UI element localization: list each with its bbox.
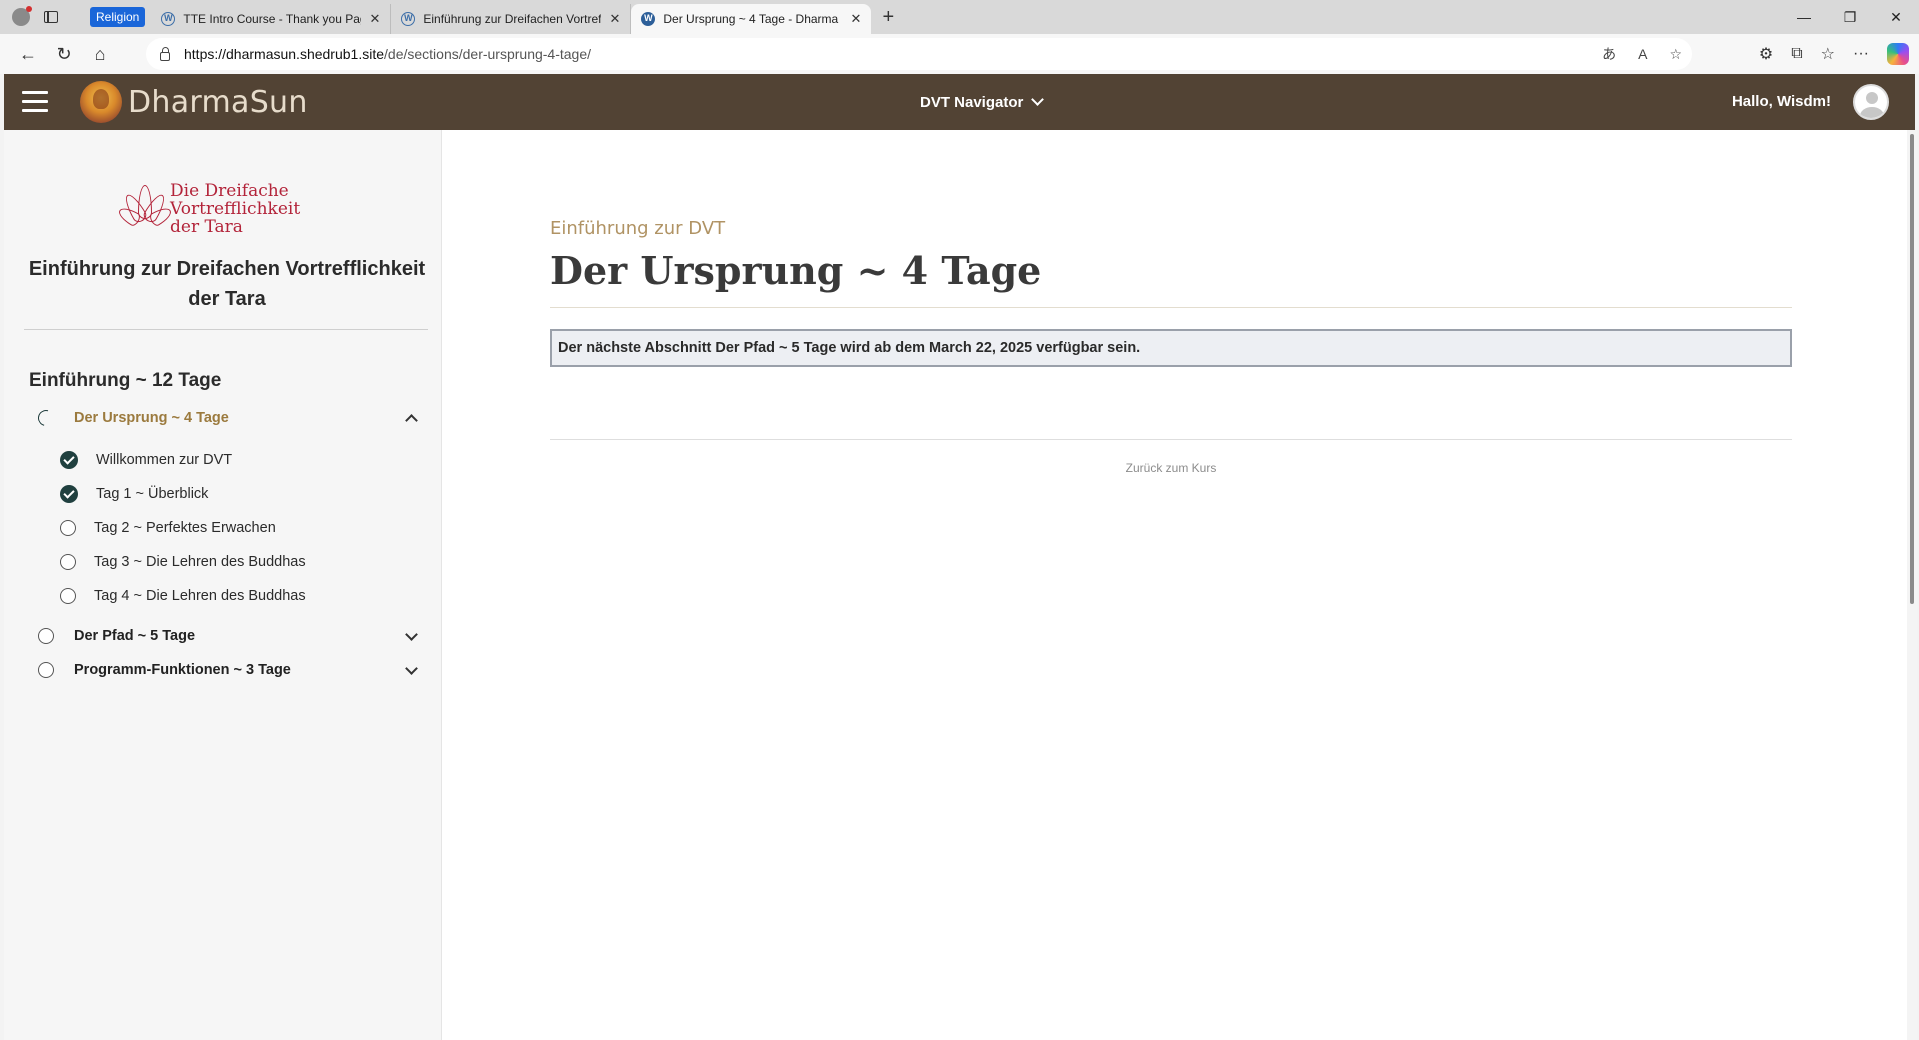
section-label: Der Pfad ~ 5 Tage bbox=[74, 628, 196, 644]
lotus-icon bbox=[115, 179, 175, 239]
lesson-item[interactable]: Tag 2 ~ Perfektes Erwachen bbox=[60, 516, 276, 540]
availability-notice: Der nächste Abschnitt Der Pfad ~ 5 Tage … bbox=[550, 329, 1792, 367]
copilot-icon[interactable] bbox=[1887, 43, 1909, 65]
url-host: https://dharmasun.shedrub1.site bbox=[184, 46, 385, 62]
course-logo-line: Vortrefflichkeit bbox=[170, 199, 301, 219]
lesson-label: Tag 1 ~ Überblick bbox=[96, 486, 209, 502]
page-title: Der Ursprung ~ 4 Tage bbox=[550, 248, 1042, 293]
tab-actions-icon[interactable] bbox=[36, 0, 66, 34]
site-logo[interactable]: DharmaSun bbox=[80, 80, 308, 124]
extensions-puzzle-icon[interactable]: ⧉ bbox=[1791, 45, 1802, 63]
lesson-item[interactable]: Willkommen zur DVT bbox=[60, 448, 232, 472]
empty-circle-icon bbox=[38, 662, 54, 678]
page-scrollbar[interactable] bbox=[1907, 130, 1917, 1040]
section-item-der-pfad[interactable]: Der Pfad ~ 5 Tage bbox=[38, 624, 418, 648]
browser-tab[interactable]: W TTE Intro Course - Thank you Pag ✕ bbox=[151, 4, 392, 34]
main-content: Einführung zur DVT Der Ursprung ~ 4 Tage… bbox=[442, 130, 1915, 1040]
minimize-icon[interactable]: — bbox=[1781, 0, 1827, 34]
module-title[interactable]: Einführung ~ 12 Tage bbox=[29, 370, 221, 392]
user-greeting: Hallo, Wisdm! bbox=[1731, 93, 1831, 110]
site-header: DharmaSun DVT Navigator Hallo, Wisdm! bbox=[4, 74, 1915, 130]
chevron-down-icon[interactable] bbox=[405, 628, 418, 641]
restore-icon[interactable]: ❐ bbox=[1827, 0, 1873, 34]
tab-title: Einführung zur Dreifachen Vortref bbox=[423, 12, 602, 26]
tab-title: TTE Intro Course - Thank you Pag bbox=[183, 12, 362, 26]
more-options-icon[interactable]: ··· bbox=[1853, 45, 1869, 63]
back-to-course-link[interactable]: Zurück zum Kurs bbox=[550, 461, 1792, 475]
lock-icon[interactable] bbox=[160, 46, 170, 61]
empty-circle-icon bbox=[38, 628, 54, 644]
section-item-der-ursprung[interactable]: Der Ursprung ~ 4 Tage bbox=[35, 406, 418, 430]
empty-circle-icon bbox=[60, 554, 76, 570]
course-logo-line: Die Dreifache bbox=[170, 181, 289, 201]
course-logo-line: der Tara bbox=[170, 217, 243, 237]
back-icon[interactable]: ← bbox=[10, 37, 46, 71]
course-title[interactable]: Einführung zur Dreifachen Vortrefflichke… bbox=[22, 254, 432, 314]
address-bar[interactable]: https://dharmasun.shedrub1.site/de/secti… bbox=[146, 38, 1692, 70]
favorite-star-icon[interactable]: ☆ bbox=[1669, 46, 1682, 63]
course-sidebar: Die Dreifache Vortrefflichkeit der Tara … bbox=[4, 130, 442, 1040]
read-aloud-icon[interactable]: A bbox=[1638, 46, 1647, 62]
wordpress-icon: W bbox=[641, 12, 656, 26]
url-path: /de/sections/der-ursprung-4-tage/ bbox=[384, 46, 592, 62]
chevron-up-icon[interactable] bbox=[405, 414, 418, 427]
avatar[interactable] bbox=[1853, 84, 1889, 120]
dvt-navigator-label: DVT Navigator bbox=[920, 93, 1024, 111]
close-icon[interactable]: ✕ bbox=[609, 11, 620, 27]
menu-icon[interactable] bbox=[22, 91, 48, 113]
divider bbox=[24, 329, 428, 330]
divider bbox=[550, 439, 1792, 440]
browser-toolbar: ← ↻ ⌂ https://dharmasun.shedrub1.site/de… bbox=[0, 34, 1919, 74]
wordpress-icon: W bbox=[401, 12, 416, 26]
tab-group-chip[interactable]: Religion bbox=[90, 7, 146, 27]
browser-tabstrip: Religion W TTE Intro Course - Thank you … bbox=[0, 0, 1919, 34]
browser-tab-active[interactable]: W Der Ursprung ~ 4 Tage - Dharma ✕ bbox=[631, 4, 872, 34]
window-controls: — ❐ ✕ bbox=[1781, 0, 1919, 34]
check-circle-icon bbox=[60, 451, 78, 469]
lesson-label: Tag 2 ~ Perfektes Erwachen bbox=[94, 520, 276, 536]
section-label: Programm-Funktionen ~ 3 Tage bbox=[74, 662, 291, 678]
extension-gear-icon[interactable]: ⚙ bbox=[1759, 44, 1773, 64]
check-circle-icon bbox=[60, 485, 78, 503]
section-item-programm-funktionen[interactable]: Programm-Funktionen ~ 3 Tage bbox=[38, 658, 418, 682]
refresh-icon[interactable]: ↻ bbox=[46, 37, 82, 71]
lesson-item[interactable]: Tag 4 ~ Die Lehren des Buddhas bbox=[60, 584, 306, 608]
dharmasun-logo-icon bbox=[80, 81, 122, 123]
chevron-down-icon bbox=[1031, 93, 1045, 106]
lesson-label: Tag 3 ~ Die Lehren des Buddhas bbox=[94, 554, 306, 570]
lesson-item[interactable]: Tag 3 ~ Die Lehren des Buddhas bbox=[60, 550, 306, 574]
dvt-navigator-dropdown[interactable]: DVT Navigator bbox=[920, 74, 1045, 130]
course-link[interactable]: Einführung zur DVT bbox=[550, 218, 725, 239]
close-icon[interactable]: ✕ bbox=[850, 11, 861, 27]
favorites-icon[interactable]: ☆ bbox=[1821, 44, 1835, 64]
browser-tab[interactable]: W Einführung zur Dreifachen Vortref ✕ bbox=[391, 4, 632, 34]
home-icon[interactable]: ⌂ bbox=[82, 37, 118, 71]
chevron-down-icon[interactable] bbox=[405, 662, 418, 675]
brand-name: DharmaSun bbox=[128, 84, 308, 120]
tab-title: Der Ursprung ~ 4 Tage - Dharma bbox=[663, 12, 839, 26]
empty-circle-icon bbox=[60, 588, 76, 604]
new-tab-button[interactable]: + bbox=[871, 0, 905, 34]
empty-circle-icon bbox=[60, 520, 76, 536]
close-icon[interactable]: ✕ bbox=[369, 11, 380, 27]
progress-partial-icon bbox=[35, 407, 57, 429]
translate-icon[interactable]: あ bbox=[1602, 44, 1616, 64]
lesson-label: Tag 4 ~ Die Lehren des Buddhas bbox=[94, 588, 306, 604]
wordpress-icon: W bbox=[161, 12, 176, 26]
close-window-icon[interactable]: ✕ bbox=[1873, 0, 1919, 34]
scrollbar-thumb[interactable] bbox=[1910, 134, 1914, 604]
profile-icon[interactable] bbox=[6, 0, 36, 34]
section-label: Der Ursprung ~ 4 Tage bbox=[74, 410, 229, 426]
lesson-item[interactable]: Tag 1 ~ Überblick bbox=[60, 482, 208, 506]
lesson-label: Willkommen zur DVT bbox=[96, 452, 233, 468]
divider bbox=[550, 307, 1792, 308]
course-logo: Die Dreifache Vortrefflichkeit der Tara bbox=[115, 176, 322, 242]
